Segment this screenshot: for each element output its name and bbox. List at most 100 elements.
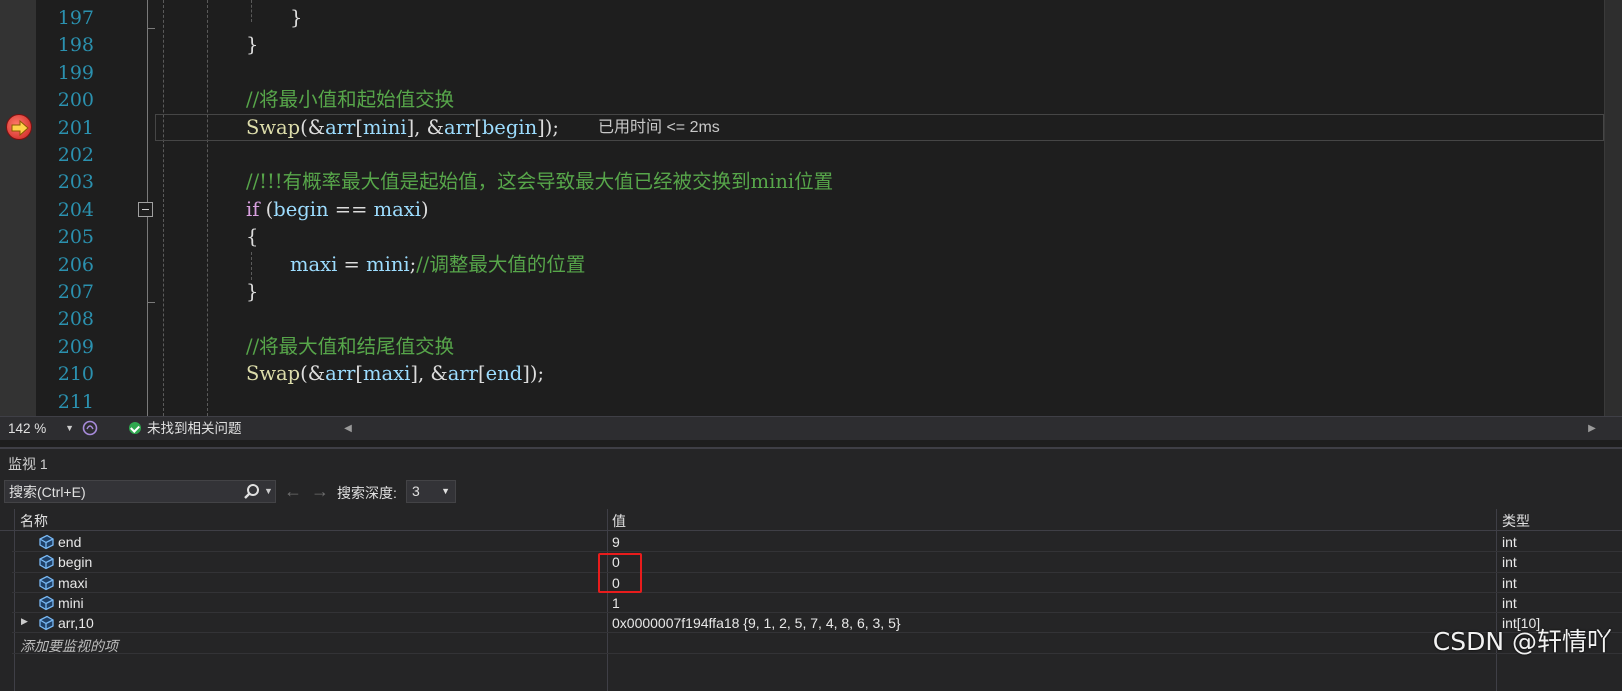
variable: end [485, 362, 523, 386]
line-number: 198 [57, 34, 94, 57]
watch-value[interactable]: 9 [612, 534, 620, 550]
code-line[interactable]: 197 } [36, 4, 1604, 32]
check-circle-icon [129, 422, 141, 434]
code-text: if (begin == maxi) [246, 196, 429, 224]
column-header-value[interactable]: 值 [612, 511, 626, 531]
punctuation: ( [259, 197, 274, 221]
punctuation: ], & [410, 362, 448, 386]
variable: mini [363, 115, 407, 139]
code-line[interactable]: 199 [36, 59, 1604, 87]
code-line[interactable]: 202 [36, 141, 1604, 169]
watch-row-begin[interactable]: begin 0 int [12, 552, 1622, 573]
add-watch-placeholder[interactable]: 添加要监视的项 [20, 636, 118, 656]
scroll-left-icon[interactable]: ◀ [340, 418, 356, 439]
code-comment: //将最小值和起始值交换 [246, 88, 455, 112]
code-line[interactable]: 200 //将最小值和起始值交换 [36, 86, 1604, 114]
horizontal-scrollbar[interactable]: ◀ ▶ [338, 418, 1622, 439]
variable: maxi [290, 252, 338, 276]
editor-status-bar: 142 % ▼ 未找到相关问题 ◀ ▶ [0, 416, 1622, 440]
watch-panel-title[interactable]: 监视 1 [8, 454, 48, 474]
code-line[interactable]: 205 { [36, 223, 1604, 251]
elapsed-time-hint[interactable]: 已用时间 <= 2ms [598, 114, 720, 142]
expand-arrow-icon[interactable]: ▶ [21, 616, 28, 627]
code-line[interactable]: 203 //!!!有概率最大值是起始值，这会导致最大值已经被交换到mini位置 [36, 168, 1604, 196]
line-number: 199 [57, 61, 94, 84]
grid-header: 名称 值 类型 [0, 509, 1622, 531]
code-comment: //!!!有概率最大值是起始值，这会导致最大值已经被交换到mini位置 [246, 170, 834, 194]
line-number: 206 [57, 253, 94, 276]
watch-panel: 监视 1 ▼ ← → 搜索深度: 3 ▼ 名称 值 类型 end 9 int [0, 447, 1622, 691]
zoom-dropdown[interactable]: 142 % ▼ [4, 419, 78, 438]
code-editor[interactable]: 197 } 198 } 199 200 //将最小值和起始值交换 201 Swa… [0, 0, 1622, 430]
search-input[interactable] [9, 481, 235, 502]
watch-type: int [1502, 534, 1517, 550]
code-line[interactable]: 210 Swap(&arr[maxi], &arr[end]); [36, 360, 1604, 388]
watch-name: end [58, 534, 82, 550]
code-line[interactable]: 206 maxi = mini;//调整最大值的位置 [36, 251, 1604, 279]
line-number: 211 [57, 390, 94, 413]
issues-indicator[interactable]: 未找到相关问题 [129, 419, 242, 438]
vertical-scrollbar[interactable] [1604, 0, 1622, 430]
search-depth-dropdown[interactable]: 3 ▼ [406, 480, 456, 503]
search-icon[interactable] [243, 483, 261, 501]
punctuation: [ [478, 362, 486, 386]
code-text: } [290, 6, 303, 29]
chevron-down-icon: ▼ [441, 486, 450, 496]
scroll-right-icon[interactable]: ▶ [1584, 418, 1600, 439]
variable-icon [39, 534, 54, 550]
current-statement-arrow-icon[interactable] [6, 114, 32, 140]
line-number: 204 [57, 198, 94, 221]
chevron-down-icon[interactable]: ▼ [264, 481, 276, 502]
variable-icon [39, 615, 54, 631]
code-line[interactable]: 207 } [36, 278, 1604, 306]
line-number: 203 [57, 171, 94, 194]
chevron-down-icon: ▼ [65, 423, 74, 433]
forward-arrow-icon[interactable]: → [309, 481, 331, 501]
punctuation: == [328, 197, 374, 221]
code-comment: //将最大值和结尾值交换 [246, 334, 455, 358]
code-line[interactable]: 211 [36, 388, 1604, 416]
variable: arr [325, 115, 356, 139]
add-watch-row[interactable]: 添加要监视的项 [12, 634, 1622, 654]
variable: maxi [363, 362, 411, 386]
issues-text: 未找到相关问题 [147, 421, 242, 436]
watch-row-end[interactable]: end 9 int [12, 532, 1622, 553]
punctuation: = [337, 252, 367, 276]
code-health-icon[interactable] [82, 420, 98, 436]
line-number: 202 [57, 144, 94, 166]
punctuation: ) [421, 197, 429, 221]
code-text: } [246, 33, 259, 57]
punctuation: [ [355, 362, 364, 386]
current-code-line[interactable]: 201 Swap(&arr[mini], &arr[begin]); 已用时间 … [36, 113, 1604, 142]
back-arrow-icon[interactable]: ← [282, 481, 304, 501]
watch-grid: 名称 值 类型 end 9 int begin 0 int maxi 0 int [0, 509, 1622, 691]
punctuation: [ [474, 115, 482, 139]
collapse-toggle[interactable] [138, 202, 153, 217]
code-line[interactable]: 204 if (begin == maxi) [36, 196, 1604, 224]
keyword: if [246, 197, 260, 221]
watch-row-maxi[interactable]: maxi 0 int [12, 573, 1622, 593]
column-header-name[interactable]: 名称 [20, 511, 48, 531]
watch-name: maxi [58, 574, 88, 591]
variable: maxi [373, 197, 422, 221]
watch-name: begin [58, 554, 93, 571]
watermark: CSDN @轩情吖 [1432, 627, 1612, 656]
code-line[interactable]: 209 //将最大值和结尾值交换 [36, 333, 1604, 361]
code-line[interactable]: 208 [36, 305, 1604, 333]
variable: mini [366, 252, 410, 276]
watch-row-mini[interactable]: mini 1 int [12, 593, 1622, 614]
watch-row-arr[interactable]: ▶ arr,10 0x0000007f194ffa18 {9, 1, 2, 5,… [12, 613, 1622, 634]
watch-search-box[interactable]: ▼ [4, 480, 276, 503]
line-number: 200 [57, 89, 94, 112]
watch-type: int [1502, 574, 1517, 591]
annotation-highlight-box [598, 553, 642, 593]
watch-value[interactable]: 0x0000007f194ffa18 {9, 1, 2, 5, 7, 4, 8,… [612, 615, 901, 631]
variable: begin [481, 115, 538, 139]
column-header-type[interactable]: 类型 [1502, 511, 1530, 531]
glyph-margin[interactable] [0, 0, 36, 430]
code-line[interactable]: 198 } [36, 31, 1604, 59]
line-number: 208 [57, 308, 94, 331]
watch-value[interactable]: 1 [612, 595, 620, 611]
punctuation: ], & [406, 115, 444, 139]
line-number: 209 [57, 335, 94, 358]
